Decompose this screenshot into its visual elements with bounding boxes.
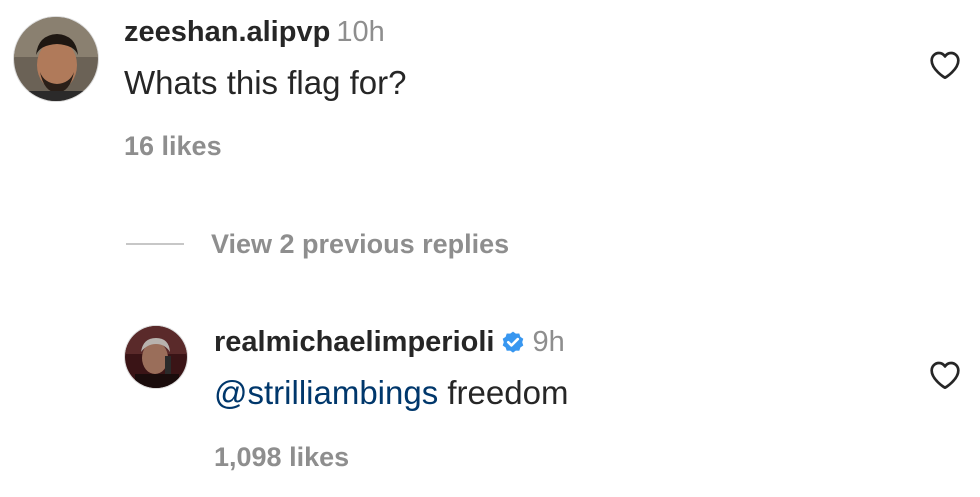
avatar[interactable] [13, 16, 99, 102]
comment-time: 9h [532, 326, 565, 358]
comment-username[interactable]: realmichaelimperioli 9h [214, 326, 565, 359]
comment-time: 10h [336, 16, 385, 48]
heart-icon[interactable] [929, 360, 961, 390]
mention-link[interactable]: @strilliambings [214, 374, 438, 411]
avatar-image [125, 326, 187, 388]
verified-badge-icon [503, 331, 524, 353]
avatar[interactable] [124, 325, 188, 389]
comment-username[interactable]: zeeshan.alipvp 10h [124, 16, 385, 49]
comment-likes[interactable]: 1,098 likes [214, 442, 349, 473]
view-previous-replies[interactable]: View 2 previous replies [126, 226, 509, 262]
username-text[interactable]: realmichaelimperioli [214, 326, 494, 358]
heart-icon[interactable] [929, 50, 961, 80]
avatar-image [14, 17, 98, 101]
comment-text: Whats this flag for? [124, 64, 407, 101]
comment-body: freedom [438, 374, 569, 411]
comment-text: @strilliambings freedom [214, 374, 568, 412]
view-replies-label[interactable]: View 2 previous replies [211, 229, 509, 260]
comment-likes[interactable]: 16 likes [124, 131, 222, 162]
divider-line [126, 243, 184, 245]
username-text[interactable]: zeeshan.alipvp [124, 16, 330, 48]
